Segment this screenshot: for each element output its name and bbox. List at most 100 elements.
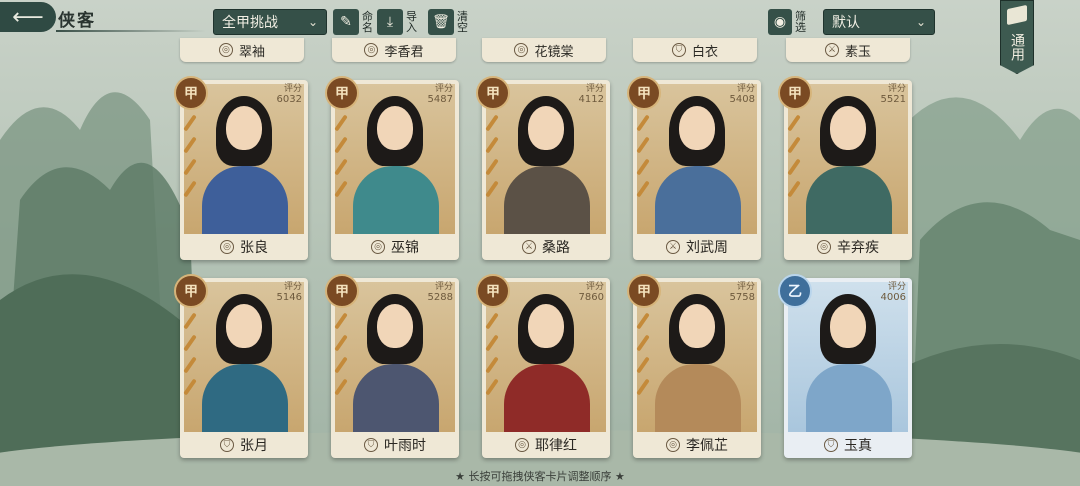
hero-name: 李佩芷 — [686, 438, 728, 454]
rename-button[interactable]: ✎ 命名 — [333, 9, 374, 35]
hero-name: 巫锦 — [391, 240, 419, 256]
filter-button[interactable]: ◉ 筛选 — [768, 9, 807, 35]
sword-icon — [183, 114, 197, 132]
score-value: 5288 — [427, 292, 453, 303]
score-box: 评分 5408 — [730, 84, 755, 105]
score-value: 4006 — [880, 292, 906, 303]
partial-card-name: 李香君 — [384, 44, 424, 60]
partial-card-name: 白衣 — [691, 44, 718, 60]
hero-body — [353, 364, 439, 432]
hero-body — [806, 166, 892, 234]
hero-name-bar: ◎ 张良 — [180, 234, 308, 260]
partial-card[interactable]: ◎ 花镜棠 — [482, 38, 606, 62]
partial-card[interactable]: ◎ 翠袖 — [180, 38, 304, 62]
hero-card[interactable]: 甲 评分 5521 ◎ 辛弃疾 — [778, 76, 912, 260]
back-button[interactable]: ⟵ — [0, 2, 56, 32]
faction-icon: ◎ — [364, 43, 379, 57]
faction-icon: ◎ — [371, 240, 385, 254]
faction-icon: ◎ — [220, 240, 234, 254]
hero-body — [806, 364, 892, 432]
hero-portrait — [184, 282, 304, 432]
sword-icon — [334, 158, 348, 176]
sword-icon — [787, 136, 801, 154]
sword-icon — [636, 312, 650, 330]
sword-icon — [787, 114, 801, 132]
grade-badge: 甲 — [476, 274, 510, 308]
weapon-icons — [333, 114, 349, 198]
score-box: 评分 5288 — [428, 282, 453, 303]
score-value: 5487 — [427, 94, 453, 105]
hero-card[interactable]: 甲 评分 5758 ◎ 李佩芷 — [627, 274, 761, 458]
sword-icon — [334, 334, 348, 352]
faction-icon: ◎ — [666, 438, 680, 452]
hero-name: 耶律红 — [535, 438, 577, 454]
clear-button[interactable]: 🗑 清空 — [428, 9, 469, 35]
sword-icon — [636, 180, 650, 198]
lineup-dropdown[interactable]: 全甲挑战 ⌄ — [213, 9, 327, 35]
hero-body — [655, 166, 741, 234]
clear-label: 清空 — [457, 10, 468, 34]
hero-body — [655, 364, 741, 432]
faction-icon: ⛉ — [671, 43, 686, 57]
hero-face — [679, 106, 715, 150]
hero-name-bar: ◎ 辛弃疾 — [784, 234, 912, 260]
weapon-icons — [484, 114, 500, 198]
faction-icon: ◎ — [218, 43, 233, 57]
hero-card[interactable]: 甲 评分 5146 ⛉ 张月 — [174, 274, 308, 458]
hero-portrait — [184, 84, 304, 234]
page-title: 侠客 — [58, 11, 96, 31]
score-label: 评分 — [887, 282, 906, 292]
hero-face — [226, 304, 262, 348]
sword-icon — [485, 312, 499, 330]
partial-card[interactable]: ⛉ 白衣 — [633, 38, 757, 62]
sword-icon — [636, 378, 650, 396]
partial-card[interactable]: ◎ 李香君 — [332, 38, 456, 62]
sword-icon — [183, 136, 197, 154]
score-value: 6032 — [276, 94, 302, 105]
hero-portrait — [486, 282, 606, 432]
book-icon — [1007, 4, 1027, 26]
hero-card[interactable]: 甲 评分 7860 ◎ 耶律红 — [476, 274, 610, 458]
hero-card[interactable]: 乙 评分 4006 ⛉ 玉真 — [778, 274, 912, 458]
hero-face — [377, 106, 413, 150]
common-tab[interactable]: 通用 — [1000, 0, 1034, 74]
hero-name: 桑路 — [542, 240, 570, 256]
import-button[interactable]: ⤓ 导入 — [377, 9, 418, 35]
hero-card[interactable]: 甲 评分 6032 ◎ 张良 — [174, 76, 308, 260]
weapon-icons — [182, 114, 198, 198]
hero-name-bar: ⚔ 刘武周 — [633, 234, 761, 260]
hero-name: 刘武周 — [686, 240, 728, 256]
hero-portrait — [486, 84, 606, 234]
hero-face — [830, 304, 866, 348]
partial-card[interactable]: ⚔ 素玉 — [786, 38, 910, 62]
hero-card[interactable]: 甲 评分 5487 ◎ 巫锦 — [325, 76, 459, 260]
weapon-icons — [635, 312, 651, 396]
hero-name-bar: ⛉ 张月 — [180, 432, 308, 458]
sword-icon — [334, 114, 348, 132]
sort-dropdown[interactable]: 默认 ⌄ — [823, 9, 935, 35]
common-tab-label: 通用 — [1009, 33, 1025, 61]
hero-face — [830, 106, 866, 150]
hero-body — [504, 364, 590, 432]
hero-body — [202, 364, 288, 432]
score-box: 评分 6032 — [277, 84, 302, 105]
score-label: 评分 — [585, 84, 604, 94]
score-box: 评分 5521 — [881, 84, 906, 105]
grade-badge: 甲 — [627, 76, 661, 110]
hero-card[interactable]: 甲 评分 5408 ⚔ 刘武周 — [627, 76, 761, 260]
score-box: 评分 7860 — [579, 282, 604, 303]
hero-card[interactable]: 甲 评分 5288 ⛉ 叶雨时 — [325, 274, 459, 458]
hero-face — [226, 106, 262, 150]
weapon-icons — [786, 114, 802, 198]
score-value: 5146 — [276, 292, 302, 303]
score-value: 4112 — [578, 94, 604, 105]
hero-card[interactable]: 甲 评分 4112 ⚔ 桑路 — [476, 76, 610, 260]
score-label: 评分 — [585, 282, 604, 292]
weapon-icons — [484, 312, 500, 396]
score-label: 评分 — [283, 282, 302, 292]
grade-badge: 甲 — [627, 274, 661, 308]
score-box: 评分 5487 — [428, 84, 453, 105]
sword-icon — [334, 356, 348, 374]
hero-portrait — [335, 84, 455, 234]
sword-icon — [636, 158, 650, 176]
